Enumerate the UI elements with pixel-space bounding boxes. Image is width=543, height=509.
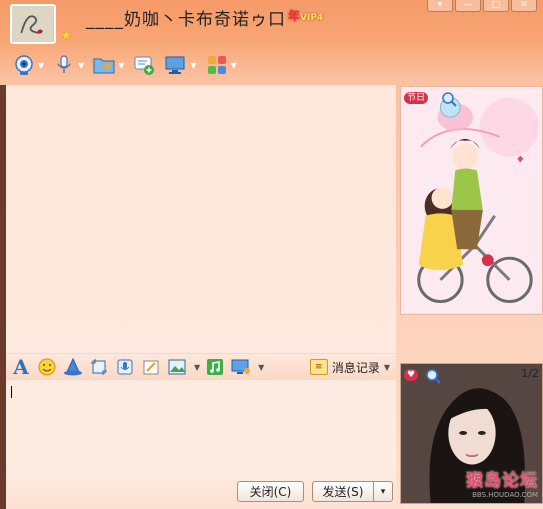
vip-badge[interactable]: 年VIP4: [288, 7, 323, 24]
apps-grid-icon: [205, 54, 229, 76]
voice-call-button[interactable]: ▼: [50, 52, 86, 78]
emoji-icon[interactable]: [36, 356, 58, 378]
avatar[interactable]: [10, 4, 56, 44]
monitor-icon: [164, 54, 188, 76]
doodle-icon[interactable]: [140, 356, 162, 378]
chevron-down-icon[interactable]: ▼: [258, 363, 264, 372]
folder-icon: [92, 54, 116, 76]
voice-message-icon[interactable]: [114, 356, 136, 378]
chevron-down-icon: ▼: [383, 362, 390, 372]
send-file-button[interactable]: ▼: [90, 52, 126, 78]
video-call-button[interactable]: ▼: [10, 52, 46, 78]
menu-dropdown-button[interactable]: ▾: [427, 0, 453, 12]
page-indicator: 1/2: [521, 367, 539, 380]
chevron-down-icon: ▼: [118, 60, 125, 70]
heart-badge: ♥: [404, 369, 419, 381]
avatar-image: [12, 6, 54, 42]
chat-history-icon: ≡: [309, 359, 328, 375]
partner-show-image[interactable]: 节日: [400, 86, 543, 315]
watermark-title: 猴岛论坛: [466, 471, 538, 491]
star-icon: ★: [60, 28, 73, 44]
remote-assist-button[interactable]: ▼: [162, 52, 198, 78]
chat-add-icon: [132, 54, 156, 76]
maximize-button[interactable]: □: [483, 0, 509, 12]
vip-label: VIP4: [300, 13, 324, 23]
chevron-down-icon[interactable]: ▼: [194, 363, 200, 372]
festival-badge: 节日: [404, 92, 429, 104]
webcam-icon: [12, 54, 36, 76]
send-button[interactable]: 发送(S): [312, 481, 374, 502]
message-history-label: 消息记录: [331, 360, 380, 375]
screenshot-icon[interactable]: [88, 356, 110, 378]
text-caret: [11, 386, 12, 398]
message-history-button[interactable]: ≡ 消息记录 ▼: [309, 356, 390, 378]
font-icon[interactable]: A: [10, 355, 32, 379]
couple-bicycle-illustration: [401, 87, 542, 314]
zoom-icon[interactable]: [441, 91, 457, 107]
magic-expression-icon[interactable]: [62, 356, 84, 378]
microphone-icon: [52, 54, 76, 76]
send-options-dropdown[interactable]: ▾: [373, 481, 393, 502]
input-toolbar: A ▼ ▼ ≡ 消息记录 ▼: [6, 354, 396, 380]
chat-history[interactable]: [6, 85, 396, 353]
watermark-url: BBS.HOUDAO.COM: [472, 491, 538, 499]
top-toolbar: ▼ ▼ ▼ ▼ ▼: [10, 52, 239, 78]
send-image-icon[interactable]: [166, 356, 188, 378]
screen-share-icon[interactable]: [230, 356, 252, 378]
message-input[interactable]: [6, 380, 396, 476]
vip-year-icon: 年: [288, 9, 301, 23]
minimize-button[interactable]: —: [455, 0, 481, 12]
watermark: 猴岛论坛 BBS.HOUDAO.COM: [466, 466, 538, 499]
window-controls: ▾ — □ ✕: [427, 0, 537, 12]
bottom-bar: 关闭(C) 发送(S) ▾: [6, 476, 396, 509]
zoom-icon[interactable]: [425, 368, 441, 384]
close-button[interactable]: 关闭(C): [237, 481, 304, 502]
chevron-down-icon: ▼: [78, 60, 85, 70]
apps-button[interactable]: ▼: [203, 52, 239, 78]
create-discussion-button[interactable]: [130, 52, 158, 78]
music-icon[interactable]: [204, 356, 226, 378]
chevron-down-icon: ▼: [230, 60, 237, 70]
my-show-image[interactable]: ♥ 1/2 猴岛论坛 BBS.HOUDAO.COM: [400, 363, 543, 504]
chevron-down-icon: ▼: [38, 60, 45, 70]
contact-nickname: ____奶咖丶卡布奇诺ゥ口: [86, 10, 286, 30]
chevron-down-icon: ▼: [190, 60, 197, 70]
close-window-button[interactable]: ✕: [511, 0, 537, 12]
chat-window: ★ ____奶咖丶卡布奇诺ゥ口 年VIP4 ▾ — □ ✕ ▼ ▼ ▼ ▼ ▼ …: [0, 0, 543, 509]
